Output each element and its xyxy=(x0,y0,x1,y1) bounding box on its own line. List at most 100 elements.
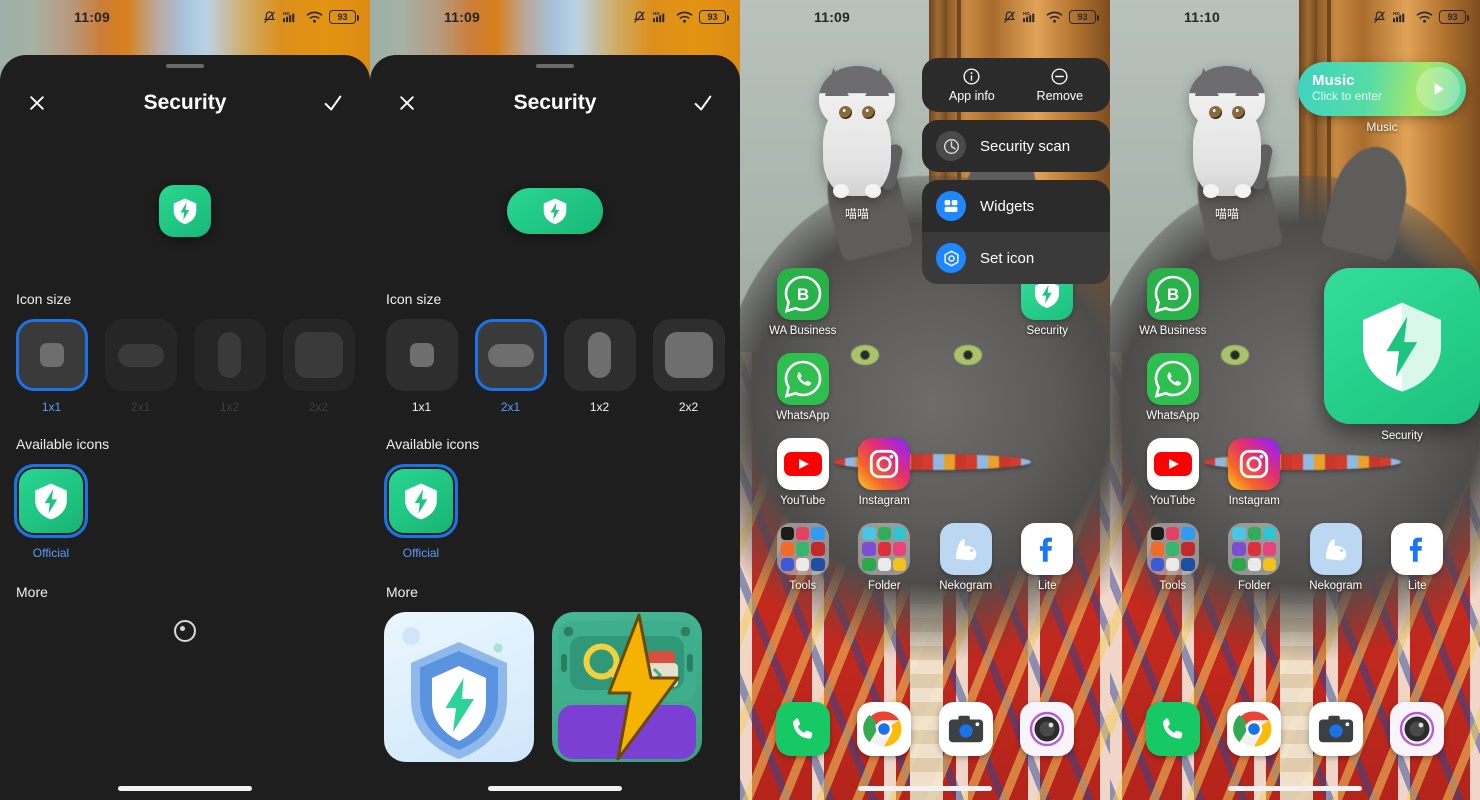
app-label: WA Business xyxy=(769,325,837,337)
app-label: Tools xyxy=(1159,580,1187,592)
menu-item-widgets[interactable]: Widgets xyxy=(922,180,1110,232)
home-indicator xyxy=(118,786,252,791)
app-youtube[interactable]: YouTube xyxy=(762,438,844,507)
menu-item-security-scan[interactable]: Security scan xyxy=(922,120,1110,172)
remove-button[interactable]: Remove xyxy=(1037,67,1083,103)
more-tile-blue-shield[interactable] xyxy=(384,612,534,762)
music-widget[interactable]: Music Click to enter Music xyxy=(1298,62,1466,134)
app-slot-empty xyxy=(1295,438,1377,507)
app-instagram[interactable]: Instagram xyxy=(1214,438,1296,507)
security-shield-icon xyxy=(543,198,567,225)
app-info-button[interactable]: App info xyxy=(949,67,995,103)
close-button[interactable] xyxy=(390,86,424,120)
panel-editor-1x1: 11:09 HD 93 Security Icon size 1x1 2x1 1… xyxy=(0,0,370,800)
sheet-grabber[interactable] xyxy=(536,64,574,68)
icon-size-options: 1x1 2x1 1x2 2x2 xyxy=(370,319,740,414)
confirm-button[interactable] xyxy=(686,86,720,120)
cat-sticker-widget[interactable]: 喵喵 xyxy=(802,52,912,222)
youtube-icon xyxy=(1146,438,1199,490)
cat-sticker-widget[interactable]: 喵喵 xyxy=(1172,52,1282,222)
app-label: Tools xyxy=(789,580,817,592)
status-time: 11:10 xyxy=(1184,9,1221,25)
size-option-2x1[interactable]: 2x1 xyxy=(103,319,178,414)
security-widget-label: Security xyxy=(1381,430,1423,442)
app-slot-empty xyxy=(1007,438,1089,507)
more-label: More xyxy=(16,584,48,600)
size-option-1x2[interactable]: 1x2 xyxy=(192,319,267,414)
panel-home-placed-widget: 11:10 HD 93 喵喵 Music Click to enter Musi… xyxy=(1110,0,1480,800)
music-widget-pill[interactable]: Music Click to enter xyxy=(1298,62,1466,116)
icon-preview-2x1 xyxy=(507,188,603,234)
app-label: Nekogram xyxy=(939,580,993,592)
dock-camera[interactable] xyxy=(1295,702,1377,756)
folder-tools[interactable]: Tools xyxy=(762,523,844,592)
app-facebook-lite[interactable]: Lite xyxy=(1377,523,1459,592)
battery-icon: 93 xyxy=(1069,10,1099,24)
play-button[interactable] xyxy=(1416,67,1460,111)
menu-item-set-icon[interactable]: Set icon xyxy=(922,232,1110,284)
status-time: 11:09 xyxy=(444,9,481,25)
dock-chrome[interactable] xyxy=(1214,702,1296,756)
app-youtube[interactable]: YouTube xyxy=(1132,438,1214,507)
app-slot-empty xyxy=(925,438,1007,507)
size-option-2x2[interactable]: 2x2 xyxy=(651,319,726,414)
icon-editor-sheet: Security Icon size 1x1 2x1 1x2 2x2 Avail… xyxy=(0,55,370,800)
size-caption-1x2: 1x2 xyxy=(219,400,240,414)
more-icon-tiles xyxy=(384,612,726,762)
size-option-2x1[interactable]: 2x1 xyxy=(473,319,548,414)
mute-icon xyxy=(1374,10,1385,23)
available-icons-label: Available icons xyxy=(386,436,480,452)
battery-icon: 93 xyxy=(329,10,359,24)
app-row: YouTube Instagram xyxy=(740,438,1110,507)
more-tile-green-toolbox[interactable] xyxy=(552,612,702,762)
security-widget-placed[interactable]: Security xyxy=(1324,268,1480,442)
available-icon-official[interactable]: Official xyxy=(384,464,458,560)
app-nekogram[interactable]: Nekogram xyxy=(1295,523,1377,592)
folder-folder[interactable]: Folder xyxy=(1214,523,1296,592)
app-label: Instagram xyxy=(858,495,910,507)
app-slot-empty xyxy=(1007,353,1089,422)
app-wa-business[interactable]: B WA Business xyxy=(1132,268,1214,337)
size-option-1x1[interactable]: 1x1 xyxy=(14,319,89,414)
dock-phone[interactable] xyxy=(762,702,844,756)
app-whatsapp[interactable]: WhatsApp xyxy=(762,353,844,422)
folder-tools[interactable]: Tools xyxy=(1132,523,1214,592)
close-button[interactable] xyxy=(20,86,54,120)
app-instagram[interactable]: Instagram xyxy=(844,438,926,507)
context-menu-scan-card: Security scan xyxy=(922,120,1110,172)
dock-gallery[interactable] xyxy=(1377,702,1459,756)
icon-size-options: 1x1 2x1 1x2 2x2 xyxy=(0,319,370,414)
dock-camera[interactable] xyxy=(925,702,1007,756)
more-icons-area xyxy=(0,620,370,642)
app-nekogram[interactable]: Nekogram xyxy=(925,523,1007,592)
dock-chrome[interactable] xyxy=(844,702,926,756)
app-whatsapp[interactable]: WhatsApp xyxy=(1132,353,1214,422)
size-option-1x1[interactable]: 1x1 xyxy=(384,319,459,414)
dock-phone[interactable] xyxy=(1132,702,1214,756)
size-option-2x2[interactable]: 2x2 xyxy=(281,319,356,414)
available-icon-official[interactable]: Official xyxy=(14,464,88,560)
app-wa-business[interactable]: B WA Business xyxy=(762,268,844,337)
wifi-icon xyxy=(306,11,323,23)
battery-icon: 93 xyxy=(699,10,729,24)
app-row: Tools Folder Nekogram Lite xyxy=(1110,523,1480,592)
instagram-icon xyxy=(858,438,911,490)
confirm-button[interactable] xyxy=(316,86,350,120)
icon-size-label: Icon size xyxy=(16,291,72,307)
sheet-header: Security xyxy=(0,75,370,131)
size-caption-2x1: 2x1 xyxy=(500,400,521,414)
camera-icon xyxy=(1308,702,1363,756)
panel-editor-2x1: 11:09 HD 93 Security Icon size 1x1 2x1 1… xyxy=(370,0,740,800)
sheet-grabber[interactable] xyxy=(166,64,204,68)
status-bar: 11:09 HD 93 xyxy=(740,0,1110,34)
mute-icon xyxy=(264,10,275,23)
size-option-1x2[interactable]: 1x2 xyxy=(562,319,637,414)
dock-gallery[interactable] xyxy=(1007,702,1089,756)
app-slot-empty xyxy=(1377,438,1459,507)
app-facebook-lite[interactable]: Lite xyxy=(1007,523,1089,592)
security-shield-icon xyxy=(1363,302,1441,392)
folder-folder[interactable]: Folder xyxy=(844,523,926,592)
music-widget-title: Music xyxy=(1312,72,1355,90)
size-glyph-1x2 xyxy=(218,332,241,378)
menu-item-label: Security scan xyxy=(980,137,1071,155)
